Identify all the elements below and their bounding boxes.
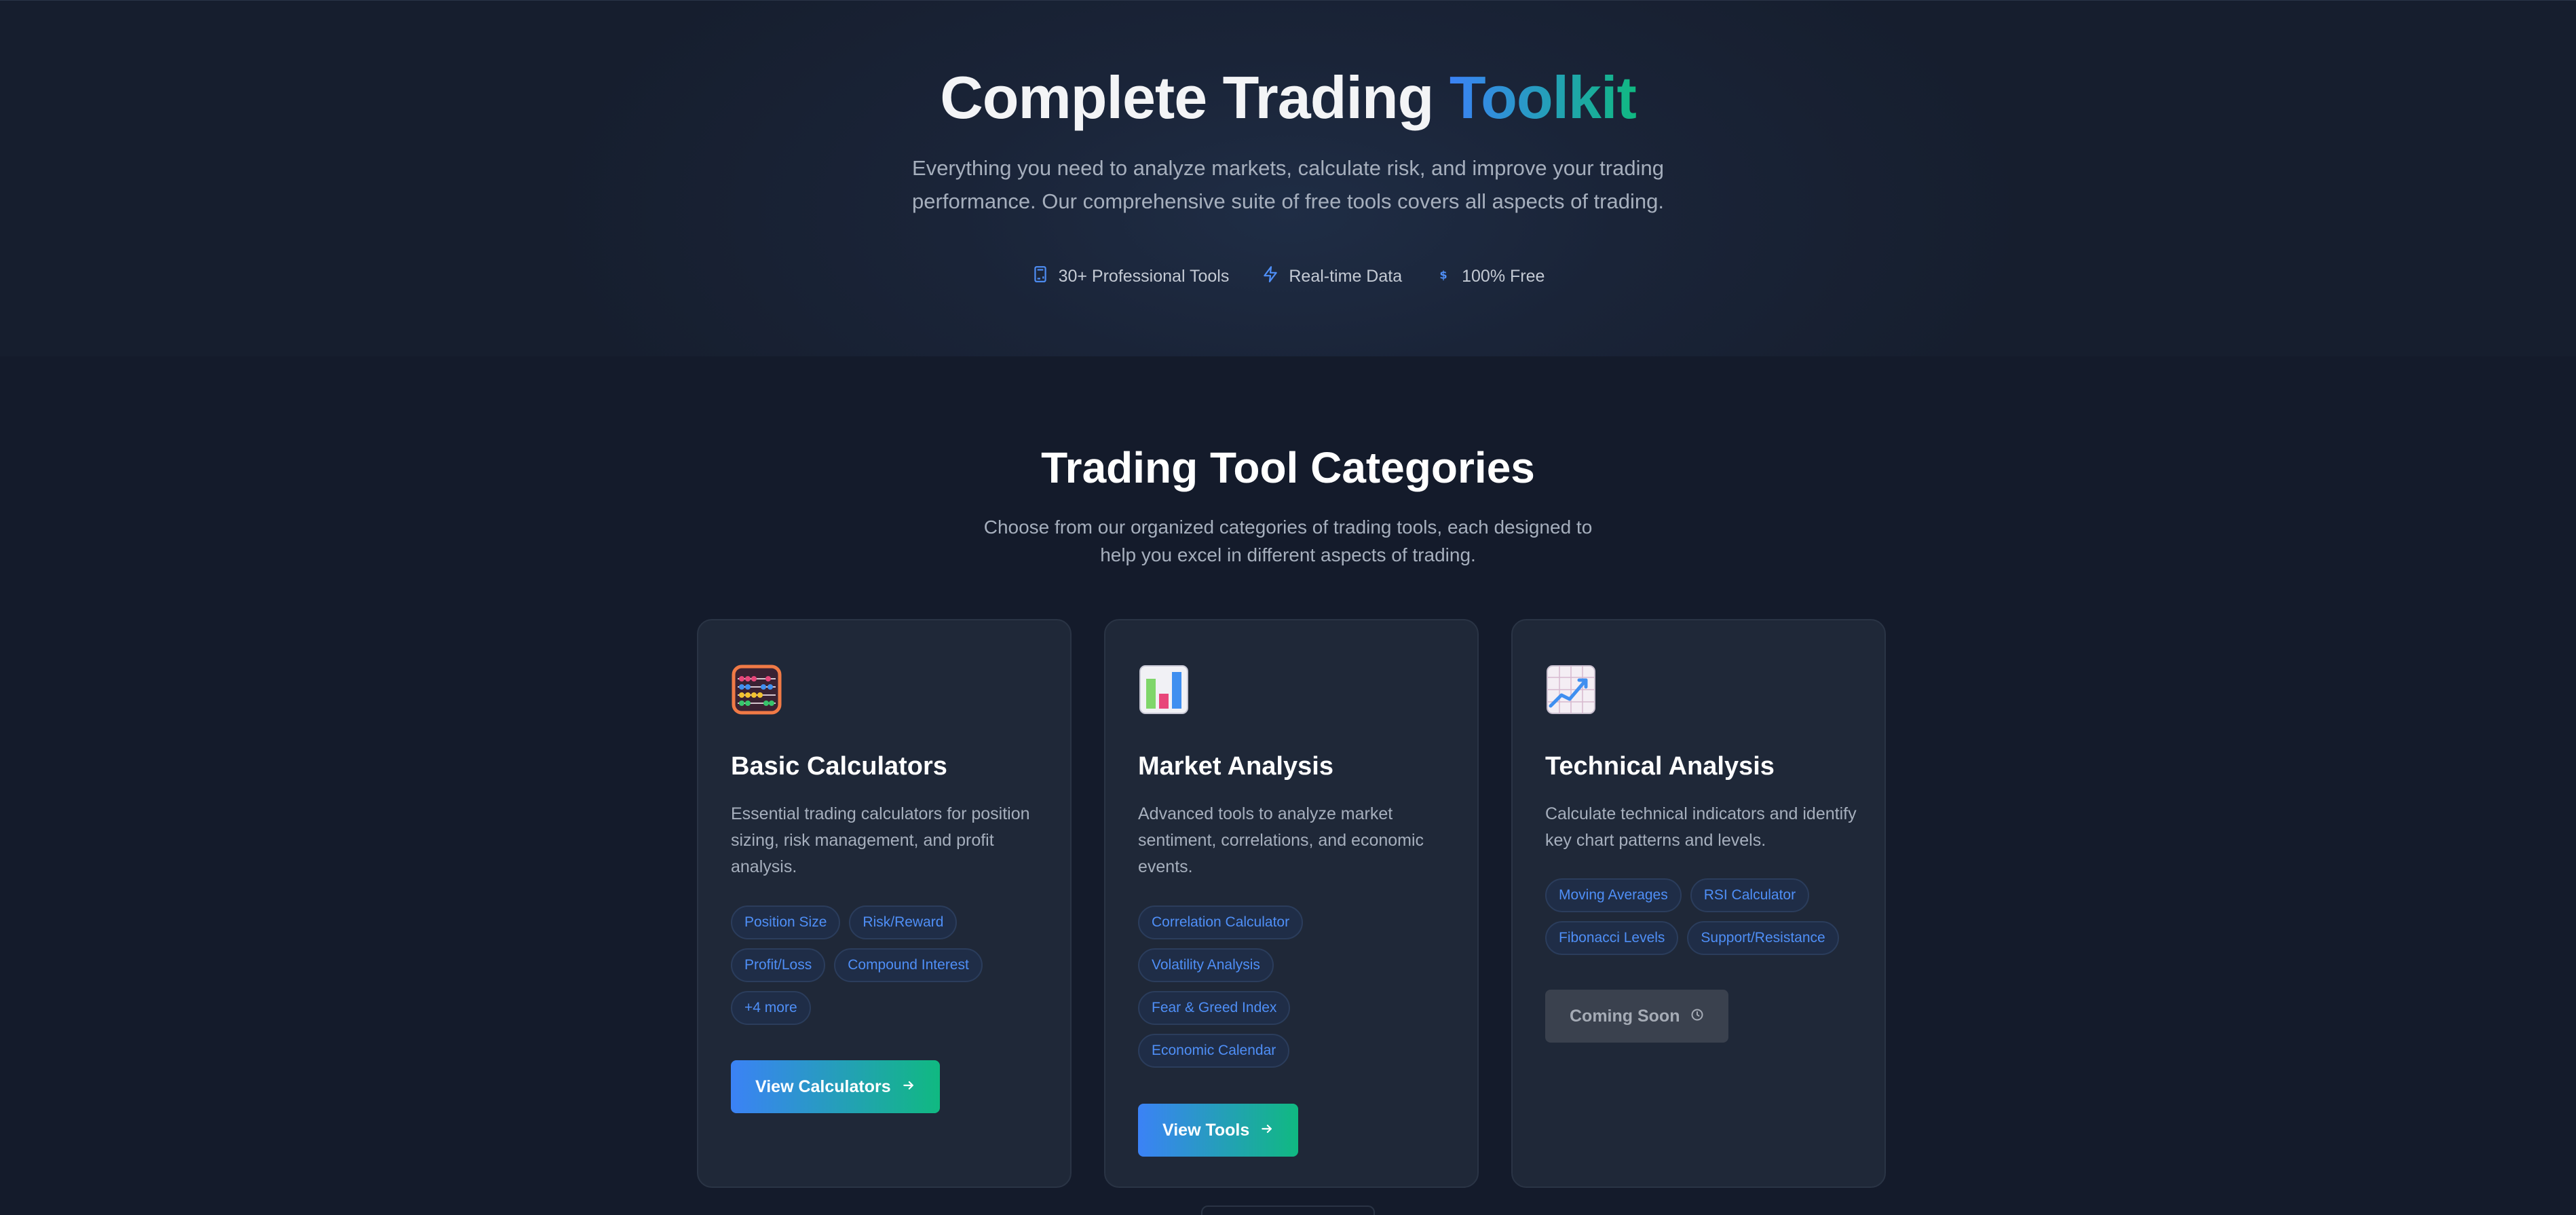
bar-chart-icon xyxy=(1138,664,1190,715)
hero-subtitle: Everything you need to analyze markets, … xyxy=(912,156,1664,213)
view-calculators-button[interactable]: View Calculators xyxy=(731,1060,940,1113)
feature-label: Real-time Data xyxy=(1289,267,1403,286)
category-cards: Basic Calculators Essential trading calc… xyxy=(697,619,1886,1188)
card-technical-analysis: Technical Analysis Calculate technical i… xyxy=(1511,619,1886,1188)
tag-fear-greed-index[interactable]: Fear & Greed Index xyxy=(1138,991,1291,1025)
button-label: View Tools xyxy=(1162,1120,1250,1140)
tag-more[interactable]: +4 more xyxy=(731,991,811,1025)
card-description: Calculate technical indicators and ident… xyxy=(1545,804,1857,850)
button-label: Coming Soon xyxy=(1570,1006,1680,1026)
hero-title: Complete Trading Toolkit xyxy=(0,60,2576,135)
view-tools-button[interactable]: View Tools xyxy=(1138,1104,1299,1157)
tag-fibonacci-levels[interactable]: Fibonacci Levels xyxy=(1545,921,1679,955)
tag-position-size[interactable]: Position Size xyxy=(731,905,841,939)
tag-economic-calendar[interactable]: Economic Calendar xyxy=(1138,1034,1290,1068)
arrow-right-icon xyxy=(902,1077,915,1097)
tag-rsi-calculator[interactable]: RSI Calculator xyxy=(1690,878,1810,912)
card-title: Technical Analysis xyxy=(1545,752,1775,781)
categories-subtitle: Choose from our organized categories of … xyxy=(983,517,1593,565)
coming-soon-button[interactable]: Coming Soon xyxy=(1545,990,1729,1043)
tag-support-resistance[interactable]: Support/Resistance xyxy=(1687,921,1839,955)
arrow-right-icon xyxy=(1260,1121,1274,1140)
categories-title: Trading Tool Categories xyxy=(1041,443,1535,492)
hero-title-accent: Toolkit xyxy=(1449,64,1637,131)
tag-profit-loss[interactable]: Profit/Loss xyxy=(731,948,826,982)
hero-title-main: Complete Trading xyxy=(940,64,1434,131)
feature-tools: 30+ Professional Tools xyxy=(1031,265,1230,288)
svg-text:$: $ xyxy=(1439,269,1447,282)
feature-label: 100% Free xyxy=(1462,267,1545,286)
tag-moving-averages[interactable]: Moving Averages xyxy=(1545,878,1682,912)
tag-compound-interest[interactable]: Compound Interest xyxy=(834,948,983,982)
card-description: Advanced tools to analyze market sentime… xyxy=(1138,804,1424,876)
hero-section: Complete Trading Toolkit Everything you … xyxy=(0,0,2576,356)
tag-correlation-calculator[interactable]: Correlation Calculator xyxy=(1138,905,1304,939)
feature-realtime: Real-time Data xyxy=(1262,265,1402,288)
card-title: Market Analysis xyxy=(1138,752,1333,781)
next-section-edge xyxy=(1201,1205,1375,1215)
calculator-icon xyxy=(1031,265,1049,288)
card-market-analysis: Market Analysis Advanced tools to analyz… xyxy=(1104,619,1479,1188)
card-description: Essential trading calculators for positi… xyxy=(731,804,1030,876)
abacus-icon xyxy=(731,664,782,715)
feature-free: $ 100% Free xyxy=(1435,265,1545,288)
tag-risk-reward[interactable]: Risk/Reward xyxy=(849,905,958,939)
card-tags: Position Size Risk/Reward Profit/Loss Co… xyxy=(731,905,1050,1025)
tag-volatility-analysis[interactable]: Volatility Analysis xyxy=(1138,948,1274,982)
line-chart-icon xyxy=(1545,664,1597,715)
card-tags: Correlation Calculator Volatility Analys… xyxy=(1138,905,1342,1068)
hero-features: 30+ Professional Tools Real-time Data $ … xyxy=(0,265,2576,288)
clock-icon xyxy=(1690,1007,1704,1026)
card-basic-calculators: Basic Calculators Essential trading calc… xyxy=(697,619,1072,1188)
button-label: View Calculators xyxy=(755,1077,891,1096)
card-tags: Moving Averages RSI Calculator Fibonacci… xyxy=(1545,878,1864,955)
feature-label: 30+ Professional Tools xyxy=(1058,267,1230,286)
dollar-icon: $ xyxy=(1435,265,1452,288)
card-title: Basic Calculators xyxy=(731,752,947,781)
lightning-icon xyxy=(1262,265,1279,288)
